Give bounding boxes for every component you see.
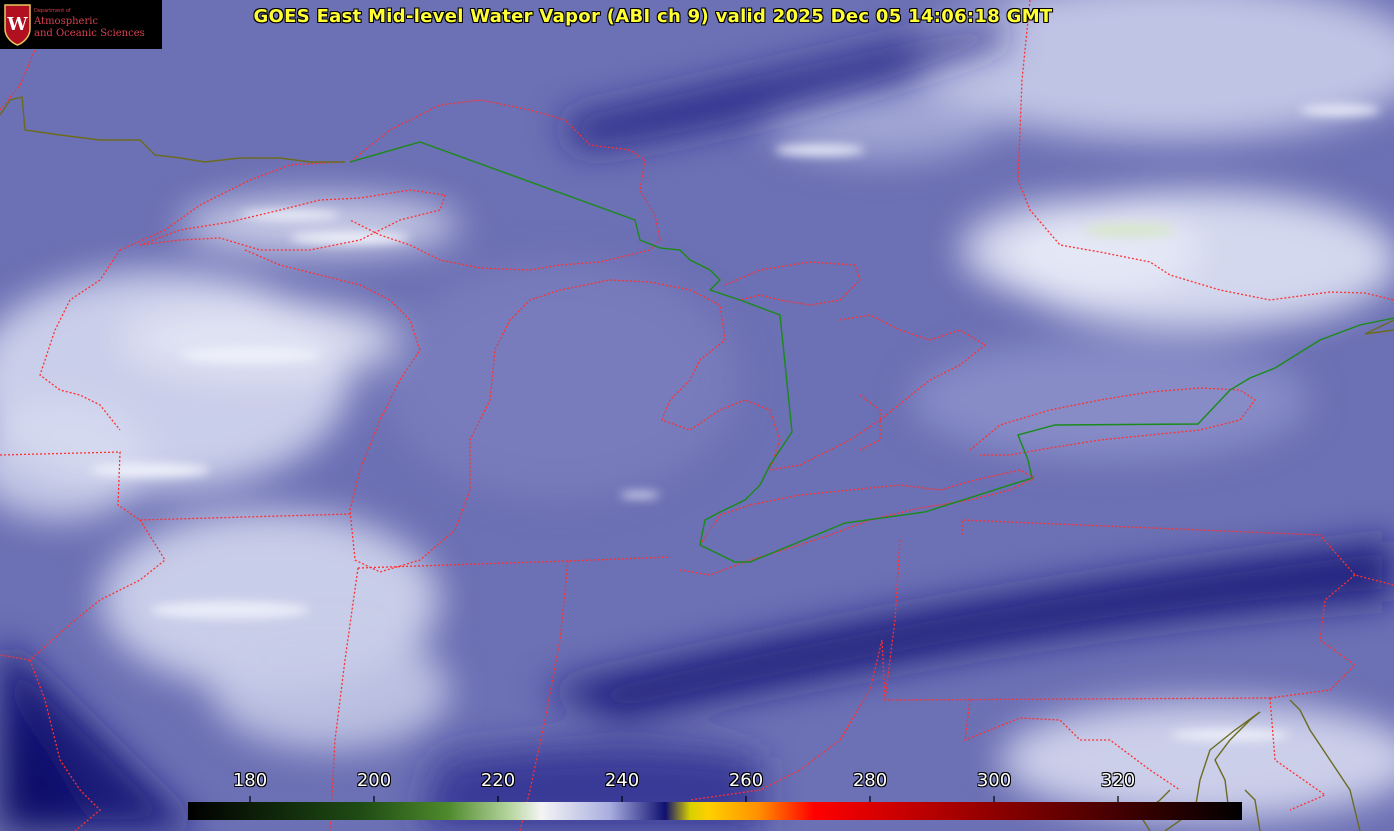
colorbar <box>188 802 1242 820</box>
image-title: GOES East Mid-level Water Vapor (ABI ch … <box>253 6 1053 27</box>
colorbar-tick-label: 320 <box>1100 770 1136 791</box>
water-vapor-imagery <box>0 0 1394 831</box>
colorbar-tick-label: 300 <box>976 770 1012 791</box>
colorbar-tick-label: 220 <box>480 770 516 791</box>
colorbar-tick-label: 260 <box>728 770 764 791</box>
colorbar-tick-label: 280 <box>852 770 888 791</box>
colorbar-tick-label: 240 <box>604 770 640 791</box>
colorbar-tick-label: 200 <box>356 770 392 791</box>
satellite-map-view: W Department of Atmospheric and Oceanic … <box>0 0 1394 831</box>
colorbar-tick-label: 180 <box>232 770 268 791</box>
logo-name-line2: and Oceanic Sciences <box>34 28 145 39</box>
